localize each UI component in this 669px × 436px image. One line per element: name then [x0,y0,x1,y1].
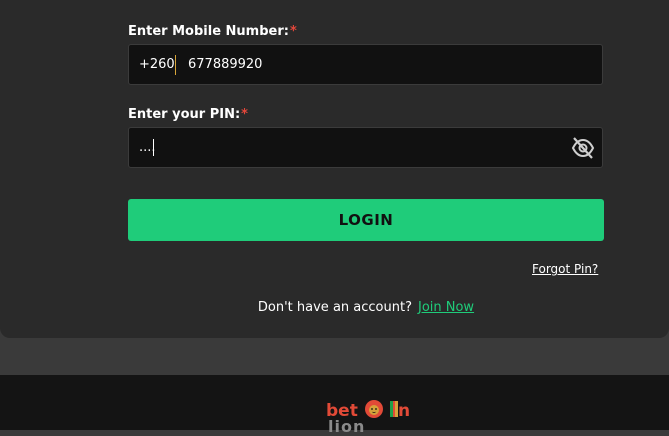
login-button[interactable]: LOGIN [128,199,604,241]
pin-field[interactable] [128,127,603,168]
logo-subtext: lion [328,417,366,436]
country-code: +260 [139,57,175,72]
mobile-number-input[interactable] [188,45,568,84]
mobile-number-label: Enter Mobile Number:* [128,24,297,39]
pin-input[interactable] [139,128,559,167]
page-background-strip [0,338,669,375]
required-marker: * [241,107,248,122]
text-cursor [153,139,154,156]
lion-logo-icon [364,399,384,423]
brand-logo[interactable]: bet n lion [326,399,411,436]
signup-prompt: Don't have an account? Join Now [0,300,669,315]
login-panel: Enter Mobile Number:* +260 Enter your PI… [0,0,669,338]
mobile-number-field[interactable]: +260 [128,44,603,85]
zambia-flag-icon [390,401,399,417]
mobile-number-label-text: Enter Mobile Number: [128,24,289,39]
join-now-link[interactable]: Join Now [418,300,474,315]
forgot-pin-link[interactable]: Forgot Pin? [532,262,598,276]
country-code-divider [175,55,176,75]
pin-label-text: Enter your PIN: [128,107,241,122]
eye-off-icon[interactable] [571,137,595,159]
logo-suffix: n [398,401,411,421]
required-marker: * [289,24,297,39]
no-account-text: Don't have an account? [257,300,412,315]
pin-label: Enter your PIN:* [128,107,248,122]
